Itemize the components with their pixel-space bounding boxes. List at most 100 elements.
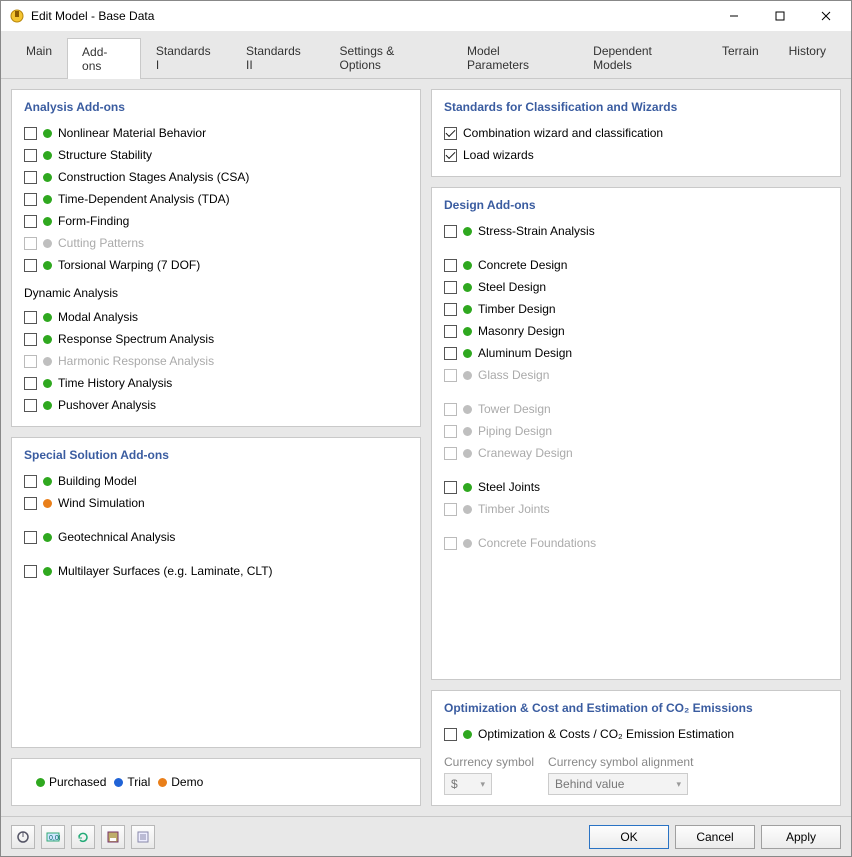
addon-row[interactable]: Pushover Analysis	[24, 394, 408, 416]
addon-row[interactable]: Modal Analysis	[24, 306, 408, 328]
checkbox[interactable]	[24, 127, 37, 140]
checkbox[interactable]	[444, 259, 457, 272]
addon-label: Geotechnical Analysis	[58, 530, 175, 544]
addon-row[interactable]: Masonry Design	[444, 320, 828, 342]
tab-standards-i[interactable]: Standards I	[141, 37, 231, 78]
status-dot	[43, 533, 52, 542]
panel-legend: Purchased Trial Demo	[11, 758, 421, 806]
checkbox[interactable]	[444, 728, 457, 741]
addon-row[interactable]: Construction Stages Analysis (CSA)	[24, 166, 408, 188]
status-dot	[463, 305, 472, 314]
tool-button-3[interactable]	[71, 825, 95, 849]
checkbox[interactable]	[444, 225, 457, 238]
checkbox[interactable]	[24, 565, 37, 578]
group-heading: Optimization & Cost and Estimation of CO…	[444, 701, 828, 715]
addon-row[interactable]: Steel Joints	[444, 476, 828, 498]
checkbox[interactable]	[24, 149, 37, 162]
minimize-button[interactable]	[711, 1, 757, 31]
tab-settings-options[interactable]: Settings & Options	[325, 37, 452, 78]
checkbox[interactable]	[444, 303, 457, 316]
tab-bar: MainAdd-onsStandards IStandards IISettin…	[1, 31, 851, 79]
checkbox[interactable]	[24, 311, 37, 324]
tab-history[interactable]: History	[774, 37, 841, 78]
addon-row[interactable]: Form-Finding	[24, 210, 408, 232]
status-dot	[43, 335, 52, 344]
tab-main[interactable]: Main	[11, 37, 67, 78]
checkbox[interactable]	[24, 531, 37, 544]
currency-symbol-select[interactable]: $▾	[444, 773, 492, 795]
addon-row[interactable]: Time History Analysis	[24, 372, 408, 394]
maximize-button[interactable]	[757, 1, 803, 31]
addon-row[interactable]: Concrete Design	[444, 254, 828, 276]
addon-row: Tower Design	[444, 398, 828, 420]
addon-label: Pushover Analysis	[58, 398, 156, 412]
addon-row[interactable]: Combination wizard and classification	[444, 122, 828, 144]
tool-button-4[interactable]	[101, 825, 125, 849]
addon-row[interactable]: Time-Dependent Analysis (TDA)	[24, 188, 408, 210]
addon-row[interactable]: Geotechnical Analysis	[24, 526, 408, 548]
checkbox[interactable]	[444, 325, 457, 338]
status-dot	[463, 449, 472, 458]
cancel-button[interactable]: Cancel	[675, 825, 755, 849]
checkbox[interactable]	[444, 281, 457, 294]
checkbox[interactable]	[444, 149, 457, 162]
addon-label: Concrete Design	[478, 258, 567, 272]
addon-row[interactable]: Response Spectrum Analysis	[24, 328, 408, 350]
addon-row[interactable]: Structure Stability	[24, 144, 408, 166]
status-dot	[43, 129, 52, 138]
addon-row[interactable]: Wind Simulation	[24, 492, 408, 514]
currency-align-select[interactable]: Behind value▾	[548, 773, 688, 795]
addon-label: Time History Analysis	[58, 376, 172, 390]
close-button[interactable]	[803, 1, 849, 31]
ok-button[interactable]: OK	[589, 825, 669, 849]
tool-button-2[interactable]: 0,00	[41, 825, 65, 849]
app-icon	[9, 8, 25, 24]
apply-button[interactable]: Apply	[761, 825, 841, 849]
checkbox[interactable]	[24, 377, 37, 390]
checkbox[interactable]	[24, 497, 37, 510]
status-dot	[43, 195, 52, 204]
bottom-bar: 0,00 OK Cancel Apply	[1, 816, 851, 856]
addon-label: Wind Simulation	[58, 496, 145, 510]
addon-label: Aluminum Design	[478, 346, 572, 360]
tab-model-parameters[interactable]: Model Parameters	[452, 37, 578, 78]
status-dot	[463, 227, 472, 236]
checkbox[interactable]	[24, 171, 37, 184]
window-title: Edit Model - Base Data	[31, 9, 711, 23]
checkbox	[24, 237, 37, 250]
addon-row[interactable]: Aluminum Design	[444, 342, 828, 364]
checkbox[interactable]	[24, 259, 37, 272]
addon-row[interactable]: Building Model	[24, 470, 408, 492]
addon-row[interactable]: Nonlinear Material Behavior	[24, 122, 408, 144]
checkbox[interactable]	[444, 481, 457, 494]
addon-row[interactable]: Multilayer Surfaces (e.g. Laminate, CLT)	[24, 560, 408, 582]
checkbox[interactable]	[24, 475, 37, 488]
tab-terrain[interactable]: Terrain	[707, 37, 774, 78]
checkbox[interactable]	[24, 215, 37, 228]
addon-row[interactable]: Load wizards	[444, 144, 828, 166]
addon-row: Harmonic Response Analysis	[24, 350, 408, 372]
addon-row[interactable]: Stress-Strain Analysis	[444, 220, 828, 242]
checkbox[interactable]	[444, 127, 457, 140]
addon-row[interactable]: Steel Design	[444, 276, 828, 298]
addon-row[interactable]: Timber Design	[444, 298, 828, 320]
addon-row[interactable]: Torsional Warping (7 DOF)	[24, 254, 408, 276]
units-icon: 0,00	[46, 830, 60, 844]
group-heading: Design Add-ons	[444, 198, 828, 212]
checkbox[interactable]	[444, 347, 457, 360]
tab-add-ons[interactable]: Add-ons	[67, 38, 141, 79]
tool-button-5[interactable]	[131, 825, 155, 849]
status-dot	[43, 567, 52, 576]
addon-label: Response Spectrum Analysis	[58, 332, 214, 346]
addon-label: Building Model	[58, 474, 137, 488]
checkbox[interactable]	[24, 333, 37, 346]
checkbox[interactable]	[24, 193, 37, 206]
tool-button-1[interactable]	[11, 825, 35, 849]
tab-standards-ii[interactable]: Standards II	[231, 37, 324, 78]
addon-row[interactable]: Optimization & Costs / CO₂ Emission Esti…	[444, 723, 828, 745]
addon-label: Cutting Patterns	[58, 236, 144, 250]
tab-dependent-models[interactable]: Dependent Models	[578, 37, 707, 78]
checkbox[interactable]	[24, 399, 37, 412]
checkbox	[444, 537, 457, 550]
status-dot	[43, 499, 52, 508]
